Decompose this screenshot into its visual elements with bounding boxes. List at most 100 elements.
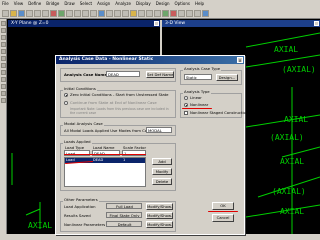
nonlinear-parameters-label: Nonlinear Parameters	[64, 222, 106, 227]
linear-radio[interactable]	[184, 96, 188, 100]
forces-icon[interactable]	[170, 9, 177, 17]
annotation-underline	[64, 154, 146, 155]
initial-conditions-label: Initial Conditions	[63, 86, 97, 91]
results-saved-modify-button[interactable]: Modify/Show...	[146, 212, 173, 219]
select-all-icon[interactable]	[1, 63, 6, 68]
pan-icon[interactable]	[90, 9, 97, 17]
frame-label: AXIAL	[280, 157, 305, 166]
zoom-in-icon[interactable]	[66, 9, 73, 17]
load-application-label: Load Application	[64, 204, 96, 209]
menu-options[interactable]: Options	[175, 0, 190, 8]
dialog-title: Analysis Case Data - Nonlinear Static	[56, 56, 244, 64]
row-load-name: DEAD	[93, 158, 104, 162]
previous-selection-icon[interactable]	[1, 70, 6, 75]
add-button[interactable]: Add	[152, 158, 172, 165]
menu-bridge[interactable]: Bridge	[46, 0, 59, 8]
rubber-band-icon[interactable]	[130, 9, 137, 17]
ok-button[interactable]: OK	[212, 202, 234, 210]
draw-frame-icon[interactable]	[1, 42, 6, 47]
deformed-shape-icon[interactable]	[162, 9, 169, 17]
down-arrow-icon[interactable]	[154, 9, 161, 17]
left-toolbar	[0, 19, 7, 234]
analysis-case-type-label: Analysis Case Type	[183, 66, 222, 71]
nonlinear-parameters-value: Default	[106, 221, 142, 227]
design-button[interactable]: Design...	[216, 74, 238, 81]
load-application-value: Full Load	[106, 203, 142, 209]
modify-button[interactable]: Modify	[152, 168, 172, 175]
xy-view-icon[interactable]	[106, 9, 113, 17]
scale-factor-input[interactable]: 1	[122, 150, 146, 156]
load-application-modify-button[interactable]: Modify/Show...	[146, 203, 173, 210]
right-window-title: 3-D View	[162, 20, 320, 27]
menu-assign[interactable]: Assign	[97, 0, 110, 8]
delete-button[interactable]: Delete	[152, 178, 172, 185]
frame-label: AXIAL	[28, 221, 53, 230]
modal-case-select[interactable]: MODAL	[146, 127, 172, 133]
snap-joints-icon[interactable]	[1, 91, 6, 96]
nonlinear-radio[interactable]	[184, 103, 188, 107]
menu-define[interactable]: Define	[28, 0, 41, 8]
set-def-name-button[interactable]: Set Def Name	[146, 71, 174, 78]
close-icon[interactable]	[314, 21, 319, 26]
menu-design[interactable]: Design	[156, 0, 170, 8]
menu-help[interactable]: Help	[195, 0, 204, 8]
frame-member	[245, 114, 320, 128]
reshape-icon[interactable]	[1, 28, 6, 33]
analysis-type-label: Analysis Type	[183, 89, 211, 94]
save-icon[interactable]	[18, 9, 25, 17]
redo-icon[interactable]	[42, 9, 49, 17]
snap-icon[interactable]	[186, 9, 193, 17]
load-name-select[interactable]: DEAD	[92, 150, 120, 156]
print-icon[interactable]	[26, 9, 33, 17]
menu-view[interactable]: View	[14, 0, 24, 8]
frame-label: AXIAL	[284, 115, 309, 124]
case-name-label: Analysis Case Name	[64, 72, 107, 77]
draw-joint-icon[interactable]	[1, 35, 6, 40]
draw-solid-icon[interactable]	[1, 56, 6, 61]
menu-analyze[interactable]: Analyze	[115, 0, 131, 8]
analysis-case-dialog: Analysis Case Data - Nonlinear Static x …	[55, 55, 248, 235]
run-analysis-icon[interactable]	[58, 9, 65, 17]
modal-case-text: All Modal Loads Applied Use Modes from C…	[64, 128, 152, 133]
grid-icon[interactable]	[178, 9, 185, 17]
important-note: Important Note: Loads from this previous…	[70, 107, 169, 115]
show-undeformed-icon[interactable]	[194, 9, 201, 17]
menu-file[interactable]: File	[2, 0, 9, 8]
nonlinear-parameters-modify-button[interactable]: Modify/Show...	[146, 221, 173, 228]
zoom-window-icon[interactable]	[82, 9, 89, 17]
snap-midpoint-icon[interactable]	[1, 98, 6, 103]
clear-selection-icon[interactable]	[1, 77, 6, 82]
intersect-line-icon[interactable]	[1, 84, 6, 89]
other-parameters-label: Other Parameters	[63, 197, 99, 202]
close-icon[interactable]	[154, 21, 159, 26]
menu-draw[interactable]: Draw	[64, 0, 74, 8]
frame-label: AXIAL	[274, 45, 299, 54]
nonlinear-label: Nonlinear	[190, 102, 209, 107]
menu-select[interactable]: Select	[80, 0, 92, 8]
frame-member	[25, 208, 41, 216]
yz-view-icon[interactable]	[122, 9, 129, 17]
lock-icon[interactable]	[50, 9, 57, 17]
analysis-case-type-select[interactable]: Static	[184, 74, 212, 80]
zero-initial-label: Zero Initial Conditions - Start from Uns…	[70, 92, 169, 97]
zero-initial-radio[interactable]	[64, 93, 68, 97]
close-icon[interactable]: x	[237, 57, 243, 63]
undo-icon[interactable]	[34, 9, 41, 17]
pointer-icon[interactable]	[1, 21, 6, 26]
zoom-out-icon[interactable]	[74, 9, 81, 17]
3d-view-icon[interactable]	[98, 9, 105, 17]
open-folder-icon[interactable]	[10, 9, 17, 17]
cancel-button[interactable]: Cancel	[212, 214, 234, 222]
draw-area-icon[interactable]	[1, 49, 6, 54]
continue-from-state-radio[interactable]	[64, 101, 68, 105]
design-icon[interactable]	[202, 9, 209, 17]
xz-view-icon[interactable]	[114, 9, 121, 17]
staged-construction-checkbox[interactable]	[184, 111, 188, 115]
linear-label: Linear	[190, 95, 202, 100]
load-type-select[interactable]: Load	[64, 150, 90, 156]
perspective-icon[interactable]	[138, 9, 145, 17]
case-name-input[interactable]: DEAD	[106, 71, 140, 77]
new-file-icon[interactable]	[2, 9, 9, 17]
menu-display[interactable]: Display	[136, 0, 151, 8]
up-arrow-icon[interactable]	[146, 9, 153, 17]
